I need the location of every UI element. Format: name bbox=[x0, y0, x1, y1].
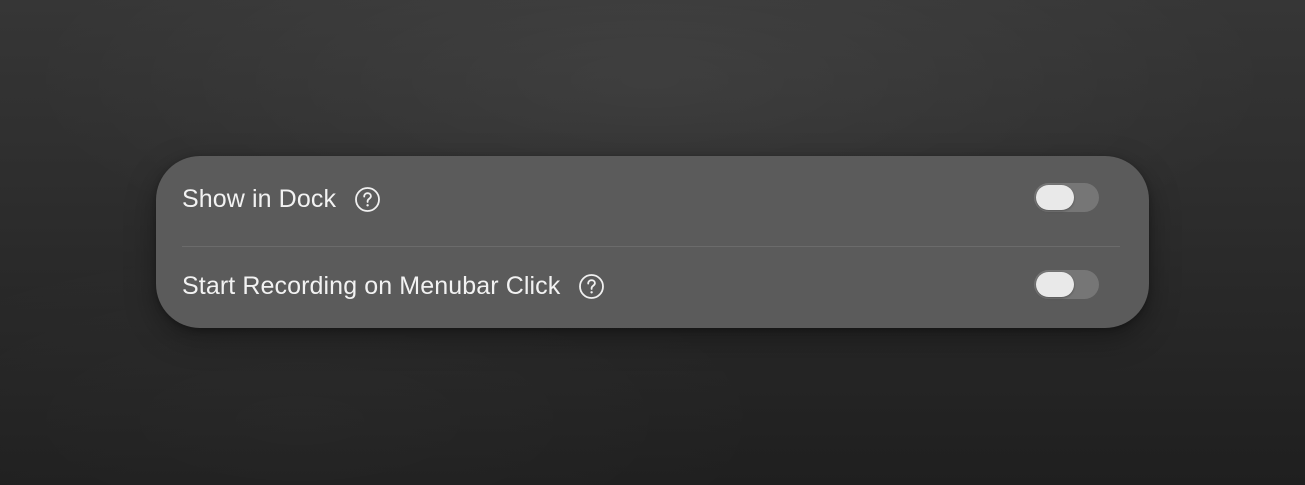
toggle-knob bbox=[1036, 272, 1074, 297]
toggle-knob bbox=[1036, 185, 1074, 210]
setting-row-start-recording: Start Recording on Menubar Click bbox=[182, 244, 1123, 328]
question-circle-icon[interactable] bbox=[578, 273, 605, 300]
show-in-dock-label: Show in Dock bbox=[182, 184, 337, 213]
question-circle-icon[interactable] bbox=[354, 186, 381, 213]
settings-window: { "settings": { "items": [ { "label": "S… bbox=[0, 0, 1305, 485]
show-in-dock-toggle[interactable] bbox=[1034, 183, 1099, 212]
start-recording-label: Start Recording on Menubar Click bbox=[182, 271, 561, 300]
settings-panel: Show in Dock Start Recording on Menubar … bbox=[156, 156, 1149, 328]
setting-row-show-in-dock: Show in Dock bbox=[182, 156, 1123, 242]
start-recording-toggle[interactable] bbox=[1034, 270, 1099, 299]
